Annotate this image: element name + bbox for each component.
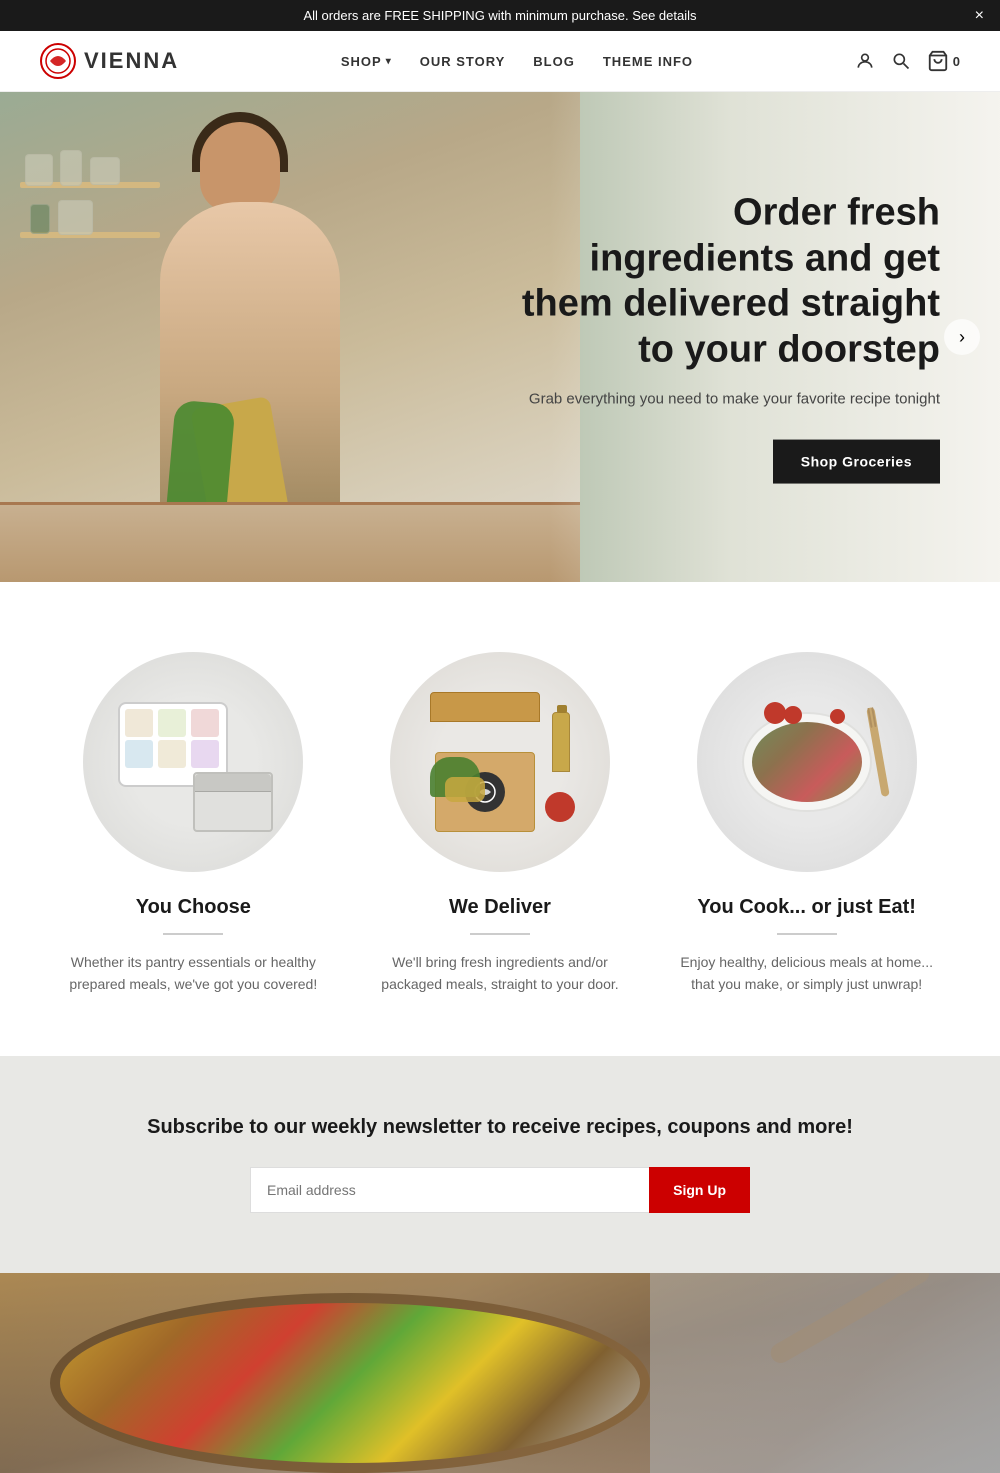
jar-4 [30,204,50,234]
jar-1 [25,154,53,186]
person-head [200,122,280,212]
tomato-top-1 [764,702,786,724]
hero-title: Order fresh ingredients and get them del… [520,191,940,373]
box-lid [430,692,540,722]
tomato-top-2 [784,706,802,724]
account-button[interactable] [855,51,875,71]
feature-title-choose: You Choose [136,896,251,919]
feature-title-deliver: We Deliver [449,896,551,919]
bottom-food-image [0,1273,1000,1473]
hero-next-arrow[interactable]: › [944,319,980,355]
logo-link[interactable]: VIENNA [40,43,179,79]
tomato-shape [545,792,575,822]
noodles-shape [445,777,485,802]
announcement-close-button[interactable]: × [975,8,984,24]
tomato-top-3 [830,709,845,724]
jar-5 [58,200,93,235]
nav-item-theme-info[interactable]: THEME INFO [603,54,693,69]
hero-subtitle: Grab everything you need to make your fa… [520,389,940,412]
feature-desc-deliver: We'll bring fresh ingredients and/or pac… [370,951,630,996]
food-plate [742,712,872,812]
cart-button[interactable]: 0 [927,50,960,72]
olive-oil-bottle [552,712,570,772]
jar-3 [90,157,120,185]
nav-item-our-story[interactable]: OUR STORY [420,54,506,69]
food-in-pan [60,1303,640,1463]
newsletter-form: Sign Up [250,1167,750,1213]
cart-icon [927,50,949,72]
feature-divider-cook [777,933,837,935]
features-grid: You Choose Whether its pantry essentials… [60,652,940,996]
logo-text: VIENNA [84,48,179,74]
account-icon [855,51,875,71]
feature-circle-deliver [390,652,610,872]
email-input[interactable] [250,1167,649,1213]
search-icon [891,51,911,71]
hero-section: Order fresh ingredients and get them del… [0,92,1000,582]
newsletter-section: Subscribe to our weekly newsletter to re… [0,1056,1000,1273]
header: VIENNA SHOP ▾ OUR STORY BLOG THEME INFO [0,31,1000,92]
announcement-text: All orders are FREE SHIPPING with minimu… [303,8,696,23]
feature-item-choose: You Choose Whether its pantry essentials… [60,652,327,996]
feature-item-cook: You Cook... or just Eat! Enjoy healthy, … [673,652,940,996]
main-nav: SHOP ▾ OUR STORY BLOG THEME INFO [341,54,693,69]
shop-dropdown-icon: ▾ [386,56,392,67]
feature-item-deliver: We Deliver We'll bring fresh ingredients… [367,652,634,996]
feature-desc-choose: Whether its pantry essentials or healthy… [63,951,323,996]
concrete-texture [650,1273,1000,1473]
cart-count: 0 [953,54,960,69]
feature-desc-cook: Enjoy healthy, delicious meals at home..… [677,951,937,996]
counter-surface [0,502,580,582]
pan-shape [50,1293,650,1473]
feature-title-cook: You Cook... or just Eat! [697,896,916,919]
features-section: You Choose Whether its pantry essentials… [0,582,1000,1056]
hero-cta-button[interactable]: Shop Groceries [773,439,940,483]
sign-up-button[interactable]: Sign Up [649,1167,750,1213]
feature-circle-choose [83,652,303,872]
feature-circle-cook [697,652,917,872]
food-container [193,772,273,832]
newsletter-title: Subscribe to our weekly newsletter to re… [40,1116,960,1139]
nav-item-blog[interactable]: BLOG [533,54,575,69]
hero-content: Order fresh ingredients and get them del… [520,191,940,484]
feature-divider-deliver [470,933,530,935]
logo-icon [40,43,76,79]
search-button[interactable] [891,51,911,71]
nav-item-shop[interactable]: SHOP ▾ [341,54,392,69]
hero-image [0,92,580,582]
feature-divider-choose [163,933,223,935]
announcement-bar: All orders are FREE SHIPPING with minimu… [0,0,1000,31]
jar-2 [60,150,82,186]
header-icons: 0 [855,50,960,72]
